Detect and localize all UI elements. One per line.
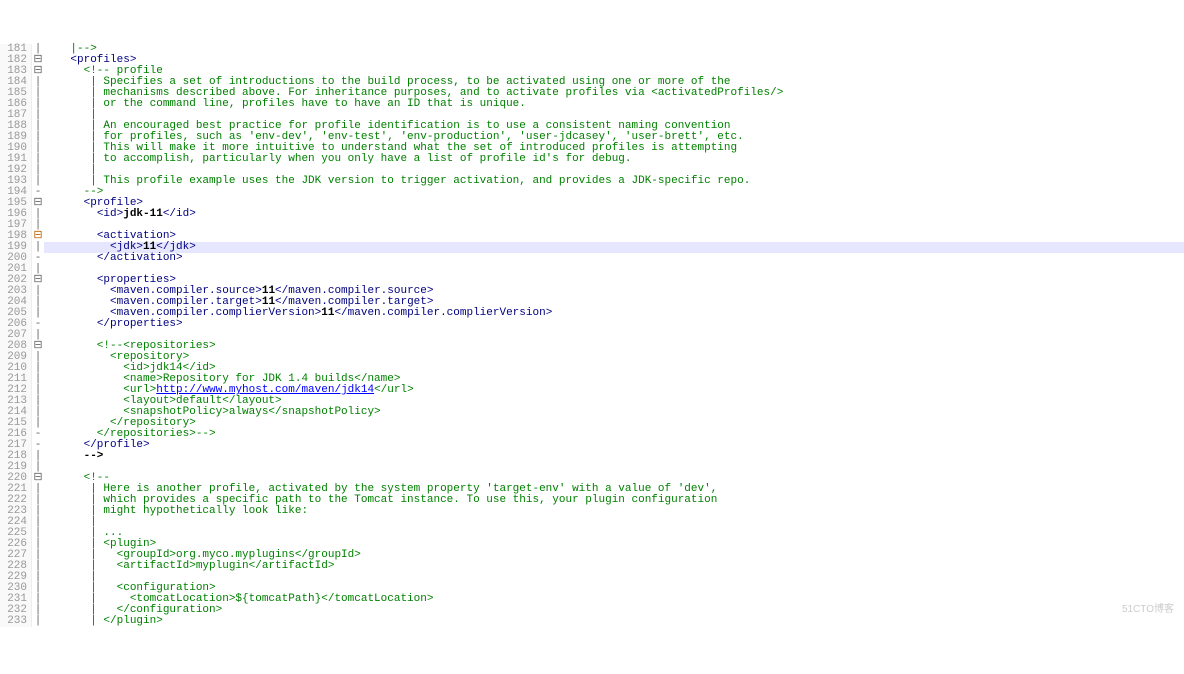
code-line[interactable] <box>44 264 1184 275</box>
code-line[interactable]: | This profile example uses the JDK vers… <box>44 176 1184 187</box>
code-line[interactable]: --> <box>44 187 1184 198</box>
fold-icon[interactable]: | <box>32 594 44 605</box>
code-line[interactable]: | or the command line, profiles have to … <box>44 99 1184 110</box>
code-line[interactable]: | to accomplish, particularly when you o… <box>44 154 1184 165</box>
code-line[interactable]: <jdk>11</jdk> <box>44 242 1184 253</box>
code-line[interactable]: | <artifactId>myplugin</artifactId> <box>44 561 1184 572</box>
fold-icon[interactable]: | <box>32 572 44 583</box>
fold-icon[interactable]: | <box>32 616 44 627</box>
line-number[interactable]: 231 <box>0 594 27 605</box>
code-line[interactable]: --> <box>44 451 1184 462</box>
line-number[interactable]: 233 <box>0 616 27 627</box>
line-number[interactable]: 232 <box>0 605 27 616</box>
code-line[interactable]: </repositories>--> <box>44 429 1184 440</box>
code-line[interactable]: </activation> <box>44 253 1184 264</box>
code-line[interactable]: <maven.compiler.complierVersion>11</mave… <box>44 308 1184 319</box>
code-line[interactable]: <id>jdk-11</id> <box>44 209 1184 220</box>
code-editor[interactable]: 1811821831841851861871881891901911921931… <box>0 44 1184 619</box>
fold-icon[interactable]: | <box>32 605 44 616</box>
code-line[interactable]: | ... <box>44 528 1184 539</box>
code-line[interactable]: <!--<repositories> <box>44 341 1184 352</box>
code-line[interactable]: <snapshotPolicy>always</snapshotPolicy> <box>44 407 1184 418</box>
code-line[interactable] <box>44 462 1184 473</box>
line-number[interactable]: 229 <box>0 572 27 583</box>
fold-icon[interactable]: | <box>32 583 44 594</box>
code-line[interactable]: | <box>44 517 1184 528</box>
code-area[interactable]: |--> <profiles> <!-- profile | Specifies… <box>44 44 1184 627</box>
code-line[interactable]: </profile> <box>44 440 1184 451</box>
code-line[interactable]: <profile> <box>44 198 1184 209</box>
line-number-gutter[interactable]: 1811821831841851861871881891901911921931… <box>0 44 32 627</box>
code-line[interactable]: | </plugin> <box>44 616 1184 627</box>
code-line[interactable]: |--> <box>44 44 1184 55</box>
line-number[interactable]: 230 <box>0 583 27 594</box>
code-line[interactable]: <activation> <box>44 231 1184 242</box>
code-line[interactable]: | might hypothetically look like: <box>44 506 1184 517</box>
fold-gutter[interactable]: |⊟⊟||||||||||-⊟||⊟|-|⊟|||-|⊟|||||||--||⊟… <box>32 44 44 627</box>
code-line[interactable]: </properties> <box>44 319 1184 330</box>
watermark: 51CTO博客 <box>1122 604 1174 615</box>
code-line[interactable] <box>44 220 1184 231</box>
code-line[interactable]: | </configuration> <box>44 605 1184 616</box>
code-line[interactable]: <profiles> <box>44 55 1184 66</box>
